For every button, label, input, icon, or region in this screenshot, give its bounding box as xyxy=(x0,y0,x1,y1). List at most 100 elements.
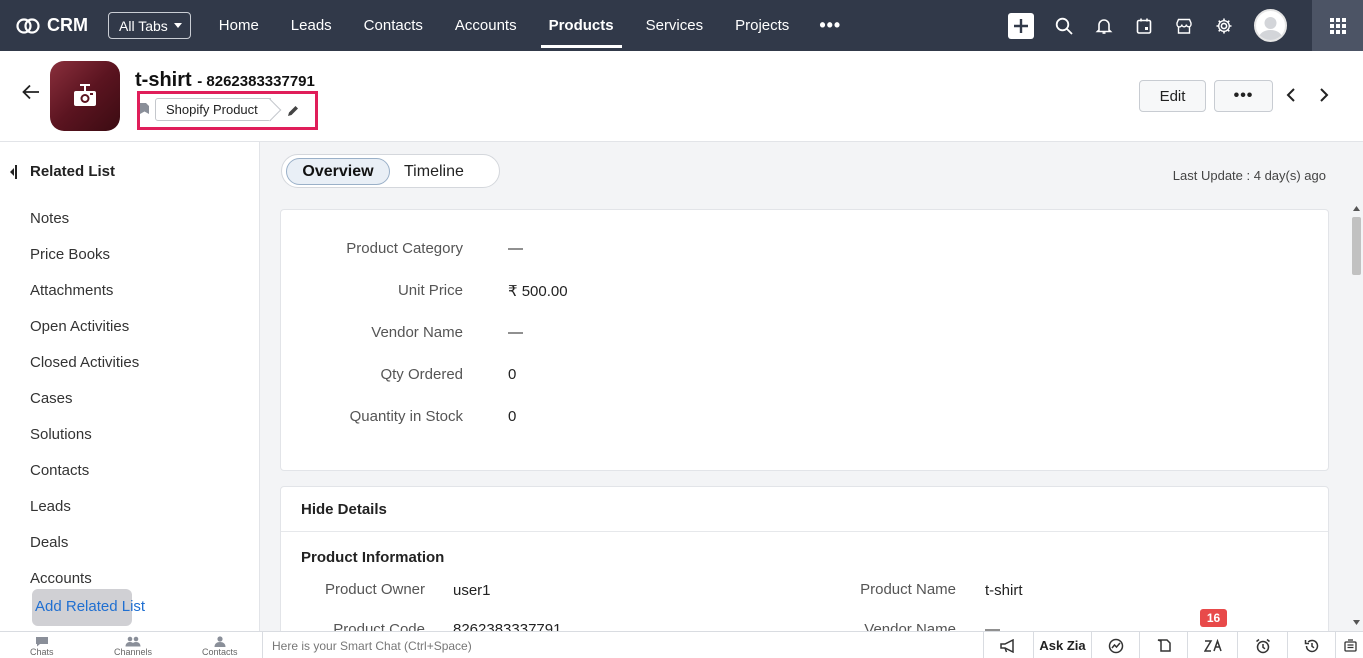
tab-timeline[interactable]: Timeline xyxy=(404,158,464,185)
channels-button[interactable]: Channels xyxy=(114,636,152,657)
signals-icon xyxy=(1108,638,1123,653)
store-icon xyxy=(1176,18,1192,34)
nav-tab-projects[interactable]: Projects xyxy=(719,0,805,51)
back-button[interactable] xyxy=(22,84,40,105)
chats-button[interactable]: Chats xyxy=(30,636,54,657)
setup-button[interactable] xyxy=(1214,16,1234,36)
related-list-item-deals[interactable]: Deals xyxy=(30,524,139,560)
view-tabs: Overview Timeline xyxy=(281,154,500,188)
crm-logo[interactable]: CRM xyxy=(16,15,88,36)
edit-tags-button[interactable] xyxy=(287,104,299,122)
nav-tab-home[interactable]: Home xyxy=(203,0,275,51)
ask-zia-button[interactable]: Ask Zia xyxy=(1033,632,1091,658)
alarm-clock-icon xyxy=(1255,638,1270,653)
scroll-down-icon xyxy=(1353,620,1360,625)
tag-chip[interactable]: Shopify Product xyxy=(155,98,271,121)
calendar-button[interactable] xyxy=(1134,16,1154,36)
add-related-list-link[interactable]: Add Related List xyxy=(35,598,145,615)
all-tabs-label: All Tabs xyxy=(119,17,168,34)
section-title: Product Information xyxy=(301,549,445,566)
module-tabs: Home Leads Contacts Accounts Products Service… xyxy=(203,0,806,51)
page-scrollbar[interactable] xyxy=(1350,205,1363,631)
megaphone-icon xyxy=(999,638,1014,653)
reminders-button[interactable] xyxy=(1237,632,1287,658)
history-icon xyxy=(1304,639,1318,652)
notification-count-badge: 16 xyxy=(1200,609,1227,627)
arrow-left-icon xyxy=(22,84,39,100)
field-value[interactable]: — xyxy=(508,240,523,257)
recent-items-button[interactable] xyxy=(1139,632,1187,658)
field-value[interactable]: user1 xyxy=(453,582,491,599)
related-list-item-open-activities[interactable]: Open Activities xyxy=(30,308,139,344)
related-list-item-cases[interactable]: Cases xyxy=(30,380,139,416)
contacts-label: Contacts xyxy=(202,647,238,657)
chats-label: Chats xyxy=(30,647,54,657)
field-label: Qty Ordered xyxy=(380,366,463,383)
field-value[interactable]: ₹ 500.00 xyxy=(508,282,568,300)
announcements-button[interactable] xyxy=(983,632,1033,658)
chevron-down-icon xyxy=(173,23,182,28)
field-label: Unit Price xyxy=(397,282,463,299)
related-list-item-price-books[interactable]: Price Books xyxy=(30,236,139,272)
zia-icon xyxy=(1203,638,1222,652)
more-modules-button[interactable]: ••• xyxy=(805,15,855,36)
next-record-button[interactable] xyxy=(1318,87,1330,108)
grid-icon xyxy=(1329,17,1346,34)
marketplace-button[interactable] xyxy=(1174,16,1194,36)
pencil-icon xyxy=(288,106,298,116)
tab-overview[interactable]: Overview xyxy=(286,158,390,185)
recent-icon xyxy=(1157,638,1171,652)
smart-chat-input[interactable]: Here is your Smart Chat (Ctrl+Space) xyxy=(262,632,982,658)
scroll-up-icon xyxy=(1353,206,1360,211)
related-list-items: Notes Price Books Attachments Open Activiti… xyxy=(30,200,139,596)
app-name: CRM xyxy=(47,15,88,35)
related-list-item-notes[interactable]: Notes xyxy=(30,200,139,236)
field-value[interactable]: t-shirt xyxy=(985,582,1023,599)
collapse-icon xyxy=(10,165,17,179)
related-list-item-closed-activities[interactable]: Closed Activities xyxy=(30,344,139,380)
bell-icon xyxy=(1095,18,1113,34)
search-button[interactable] xyxy=(1054,16,1074,36)
tag-icon xyxy=(139,102,150,120)
apps-grid-button[interactable] xyxy=(1312,0,1363,51)
record-title: t-shirt - 8262383337791 xyxy=(135,69,315,92)
tag-label: Shopify Product xyxy=(166,102,258,117)
field-value[interactable]: 0 xyxy=(508,408,516,425)
nav-tab-accounts[interactable]: Accounts xyxy=(439,0,533,51)
nav-tab-products[interactable]: Products xyxy=(533,0,630,51)
contacts-chat-button[interactable]: Contacts xyxy=(202,636,238,657)
zia-notifications-button[interactable] xyxy=(1187,632,1237,658)
user-avatar[interactable] xyxy=(1254,9,1287,42)
field-value[interactable]: 0 xyxy=(508,366,516,383)
feedback-icon xyxy=(1343,639,1357,652)
previous-record-button[interactable] xyxy=(1285,87,1297,108)
related-list-item-solutions[interactable]: Solutions xyxy=(30,416,139,452)
product-image[interactable] xyxy=(50,61,120,131)
collapse-sidebar-button[interactable] xyxy=(9,165,17,179)
camera-icon xyxy=(74,84,96,106)
related-list-item-attachments[interactable]: Attachments xyxy=(30,272,139,308)
history-button[interactable] xyxy=(1287,632,1335,658)
nav-tab-services[interactable]: Services xyxy=(630,0,720,51)
scrollbar-thumb[interactable] xyxy=(1352,217,1361,275)
nav-tab-leads[interactable]: Leads xyxy=(275,0,348,51)
signals-button[interactable] xyxy=(1091,632,1139,658)
related-list-item-leads[interactable]: Leads xyxy=(30,488,139,524)
hide-details-toggle[interactable]: Hide Details xyxy=(301,501,387,518)
field-value[interactable]: — xyxy=(508,324,523,341)
all-tabs-dropdown[interactable]: All Tabs xyxy=(108,12,191,39)
edit-button[interactable]: Edit xyxy=(1139,80,1206,112)
record-header: t-shirt - 8262383337791 Shopify Product … xyxy=(0,51,1363,142)
calendar-icon xyxy=(1136,18,1152,34)
feedback-button[interactable] xyxy=(1335,632,1363,658)
search-icon xyxy=(1055,17,1073,35)
user-icon xyxy=(1258,17,1283,40)
nav-tab-contacts[interactable]: Contacts xyxy=(348,0,439,51)
details-card: Hide Details Product Information Product… xyxy=(280,486,1329,636)
create-button[interactable] xyxy=(1008,12,1034,39)
related-list-item-contacts[interactable]: Contacts xyxy=(30,452,139,488)
notifications-button[interactable] xyxy=(1094,16,1114,36)
field-label: Vendor Name xyxy=(371,324,463,341)
channels-icon xyxy=(125,636,141,647)
more-actions-button[interactable]: ••• xyxy=(1214,80,1273,112)
